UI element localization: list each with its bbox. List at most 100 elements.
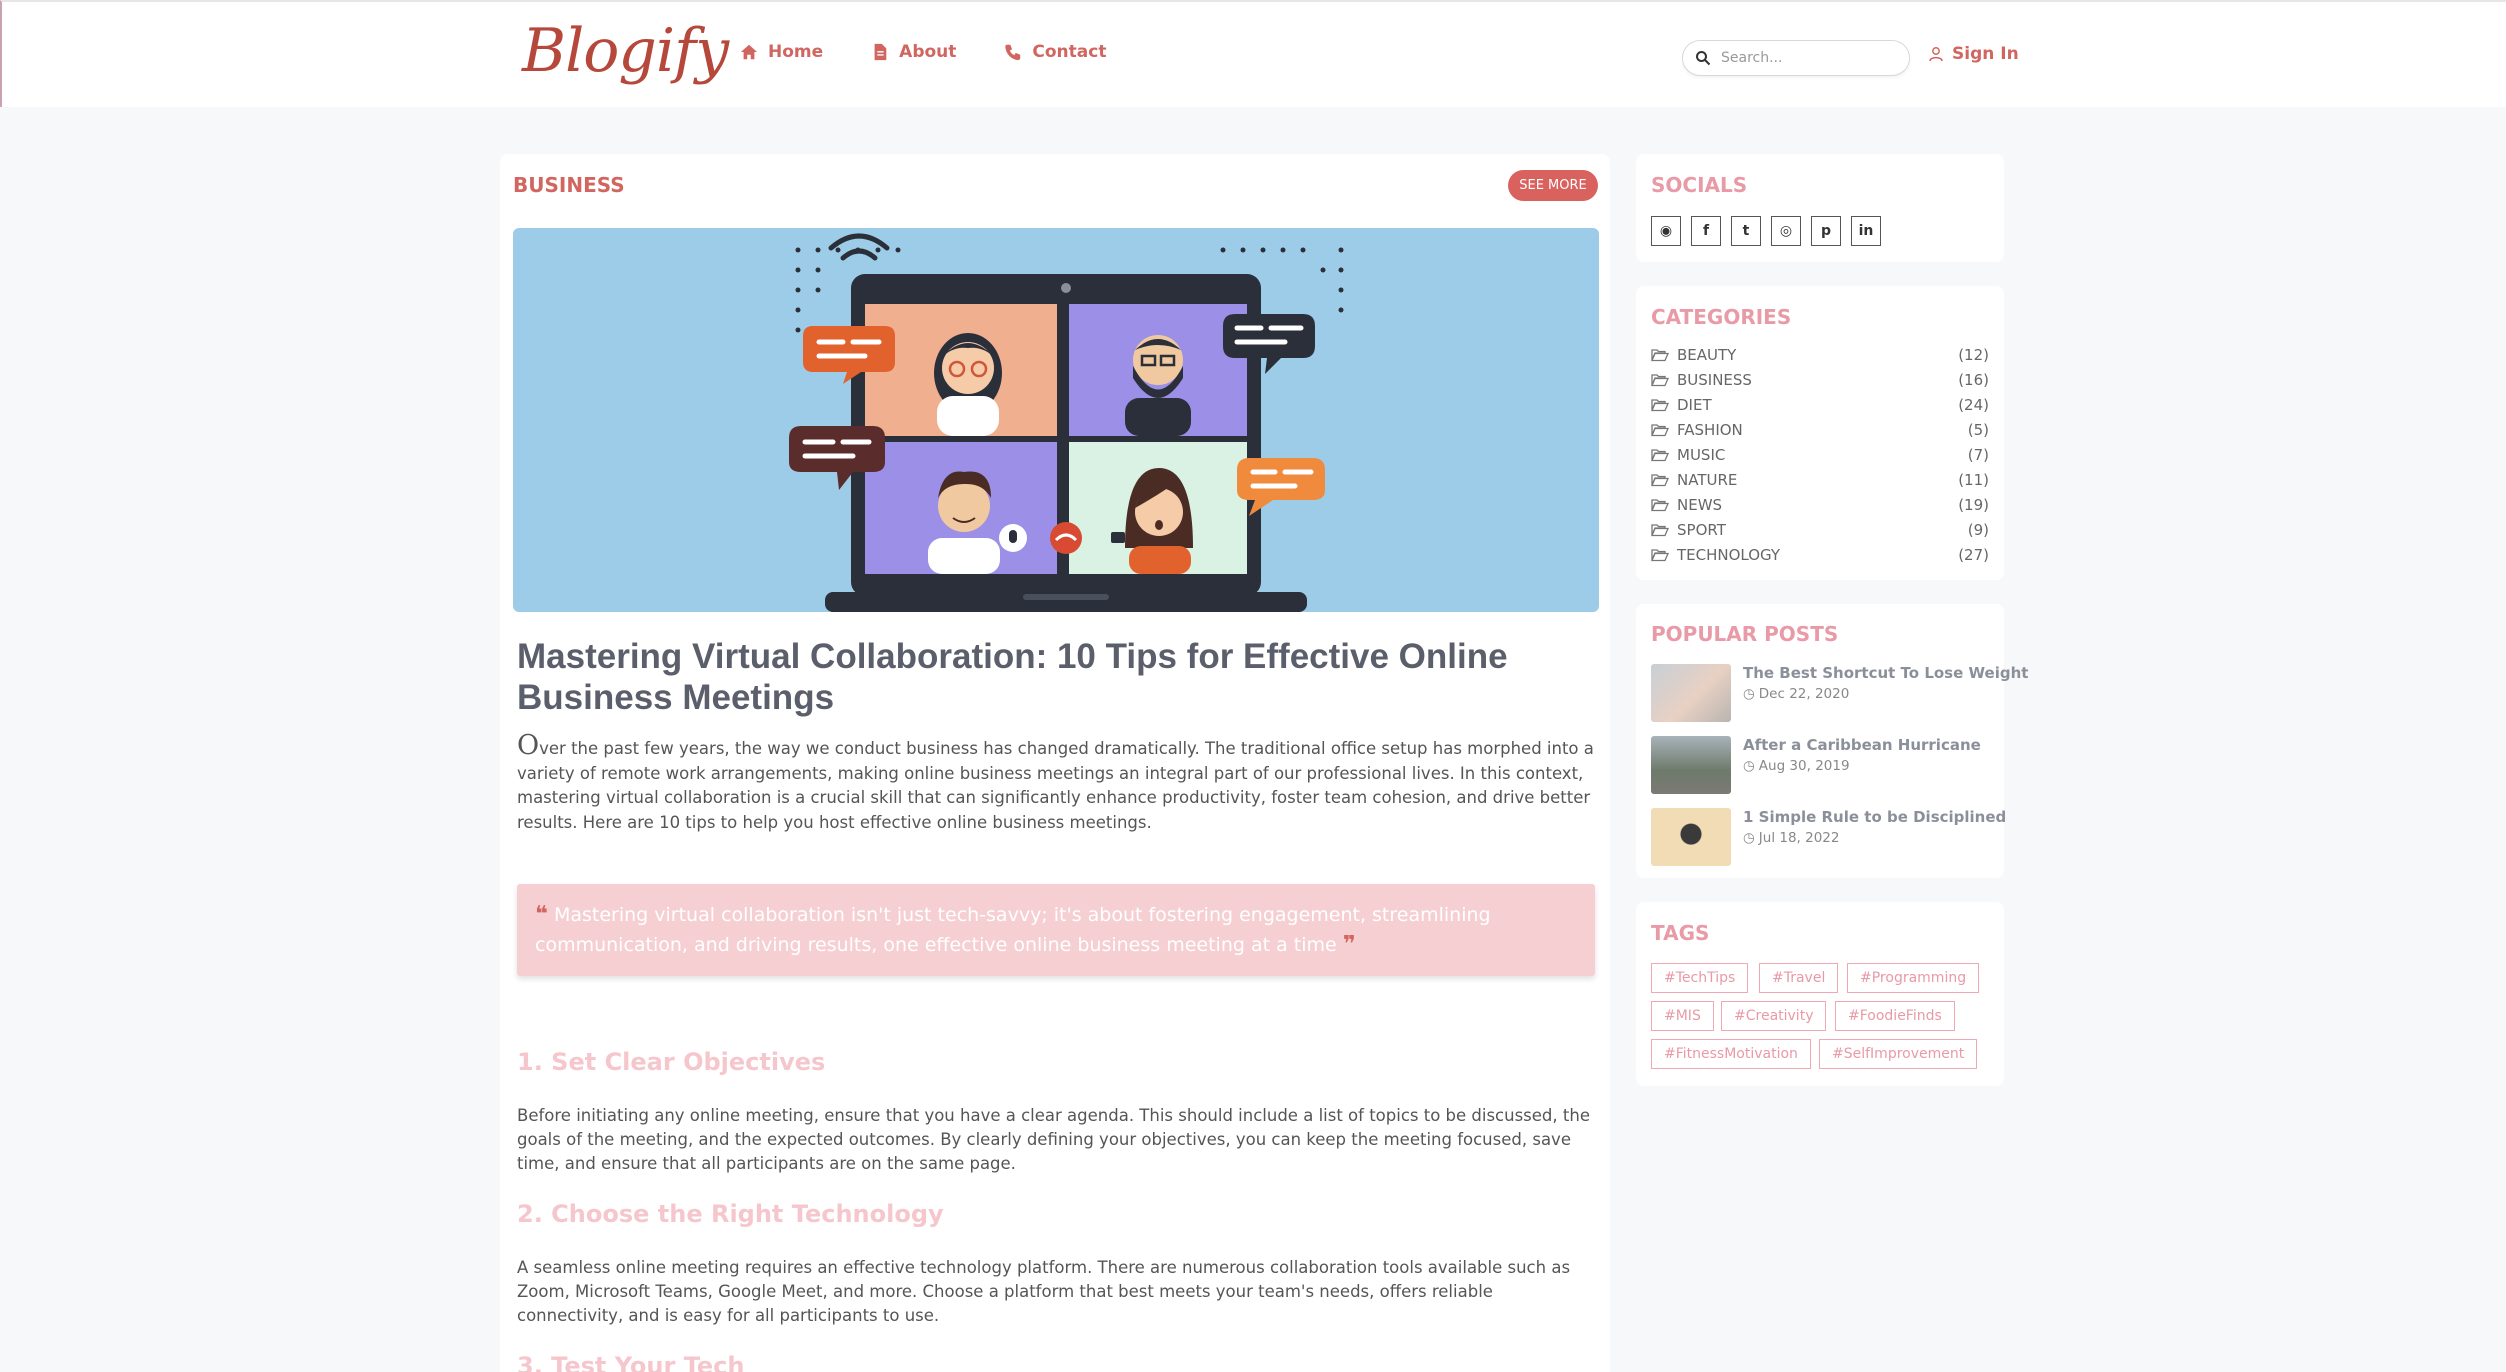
site-header: Blogify Home About Contact Sign In (0, 0, 2506, 107)
facebook-icon[interactable]: f (1691, 216, 1721, 246)
intro-text: ver the past few years, the way we condu… (517, 739, 1594, 832)
category-name: NEWS (1677, 496, 1723, 514)
post-title: Mastering Virtual Collaboration: 10 Tips… (517, 637, 1508, 717)
folder-open-icon (1651, 449, 1669, 462)
category-name: FASHION (1677, 421, 1743, 439)
post-thumbnail (1651, 664, 1731, 722)
folder-open-icon (1651, 349, 1669, 362)
tag-chip[interactable]: #Creativity (1721, 1001, 1827, 1031)
search-box (1682, 40, 1910, 76)
category-count: (16) (1958, 371, 1989, 389)
video-meeting-illustration (789, 233, 1344, 612)
clock-icon: ◷ (1743, 758, 1755, 774)
section-body: A seamless online meeting requires an ef… (517, 1258, 1571, 1325)
file-icon (874, 43, 887, 61)
popular-post-title: 1 Simple Rule to be Disciplined (1743, 808, 2007, 826)
nav-home-label: Home (768, 42, 824, 62)
category-count: (11) (1958, 471, 1989, 489)
category-item[interactable]: DIET (24) (1651, 394, 1989, 416)
category-count: (27) (1958, 546, 1989, 564)
category-count: (5) (1967, 421, 1989, 439)
tag-chip[interactable]: #Travel (1759, 963, 1839, 993)
category-count: (24) (1958, 396, 1989, 414)
nav-about[interactable]: About (871, 42, 956, 62)
site-logo[interactable]: Blogify (522, 16, 729, 86)
category-name: NATURE (1677, 471, 1738, 489)
category-count: (12) (1958, 346, 1989, 364)
search-input[interactable] (1721, 50, 1891, 66)
home-icon (740, 44, 758, 60)
section-heading: 2. Choose the Right Technology (517, 1200, 944, 1228)
folder-open-icon (1651, 474, 1669, 487)
popular-post-date: ◷ Dec 22, 2020 (1743, 686, 1850, 702)
category-count: (9) (1967, 521, 1989, 539)
quote-open-icon: ❝ (535, 902, 548, 927)
folder-open-icon (1651, 549, 1669, 562)
category-item[interactable]: BEAUTY (12) (1651, 344, 1989, 366)
category-name: MUSIC (1677, 446, 1726, 464)
category-item[interactable]: FASHION (5) (1651, 419, 1989, 441)
sign-in-link[interactable]: Sign In (1928, 44, 2019, 64)
intro-dropcap: O (517, 730, 540, 761)
nav-contact[interactable]: Contact (1004, 42, 1106, 62)
see-more-button[interactable]: SEE MORE (1508, 170, 1598, 201)
category-name: SPORT (1677, 521, 1726, 539)
tag-chip[interactable]: #FoodieFinds (1835, 1001, 1955, 1031)
category-count: (7) (1967, 446, 1989, 464)
tag-chip[interactable]: #MIS (1651, 1001, 1714, 1031)
post-intro: Over the past few years, the way we cond… (517, 732, 1597, 835)
popular-post-title: After a Caribbean Hurricane (1743, 736, 1981, 754)
popular-post-title: The Best Shortcut To Lose Weight (1743, 664, 2029, 682)
popular-post-date: ◷ Aug 30, 2019 (1743, 758, 1850, 774)
popular-post-item[interactable]: The Best Shortcut To Lose Weight ◷ Dec 22… (1651, 664, 2028, 722)
folder-open-icon (1651, 399, 1669, 412)
tag-chip[interactable]: #Programming (1847, 963, 1980, 993)
tag-chip[interactable]: #TechTips (1651, 963, 1749, 993)
folder-open-icon (1651, 524, 1669, 537)
section-body: Before initiating any online meeting, en… (517, 1106, 1590, 1173)
category-item[interactable]: NATURE (11) (1651, 469, 1989, 491)
tag-chip[interactable]: #SelfImprovement (1819, 1039, 1978, 1069)
user-icon (1929, 47, 1943, 62)
section-heading: 1. Set Clear Objectives (517, 1048, 826, 1076)
linkedin-icon[interactable]: in (1851, 216, 1881, 246)
folder-open-icon (1651, 374, 1669, 387)
post-thumbnail (1651, 808, 1731, 866)
section-heading: 3. Test Your Tech (517, 1352, 745, 1372)
socials-title: SOCIALS (1651, 173, 1748, 197)
clock-icon: ◷ (1743, 686, 1755, 702)
twitter-icon[interactable]: t (1731, 216, 1761, 246)
category-item[interactable]: MUSIC (7) (1651, 444, 1989, 466)
pinterest-icon[interactable]: p (1811, 216, 1841, 246)
github-icon[interactable]: ◉ (1651, 216, 1681, 246)
category-name: DIET (1677, 396, 1712, 414)
category-item[interactable]: SPORT (9) (1651, 519, 1989, 541)
phone-icon (1005, 44, 1021, 61)
nav-about-label: About (899, 42, 957, 62)
post-thumbnail (1651, 736, 1731, 794)
quote-close-icon: ❞ (1342, 932, 1356, 957)
category-item[interactable]: NEWS (19) (1651, 494, 1989, 516)
popular-post-item[interactable]: 1 Simple Rule to be Disciplined ◷ Jul 18,… (1651, 808, 2006, 866)
category-item[interactable]: BUSINESS (16) (1651, 369, 1989, 391)
tag-chip[interactable]: #FitnessMotivation (1651, 1039, 1811, 1069)
section-title: BUSINESS (513, 173, 625, 197)
nav-contact-label: Contact (1032, 42, 1107, 62)
clock-icon: ◷ (1743, 830, 1755, 846)
category-name: BEAUTY (1677, 346, 1737, 364)
category-item[interactable]: TECHNOLOGY (27) (1651, 544, 1989, 566)
folder-open-icon (1651, 499, 1669, 512)
search-icon (1696, 51, 1711, 66)
tags-title: TAGS (1651, 921, 1710, 945)
folder-open-icon (1651, 424, 1669, 437)
hero-image (513, 228, 1599, 612)
blockquote: ❝ Mastering virtual collaboration isn't … (517, 884, 1595, 976)
popular-post-date: ◷ Jul 18, 2022 (1743, 830, 1840, 846)
instagram-icon[interactable]: ◎ (1771, 216, 1801, 246)
sign-in-label: Sign In (1952, 44, 2019, 64)
nav-home[interactable]: Home (740, 42, 823, 62)
category-count: (19) (1958, 496, 1989, 514)
category-name: BUSINESS (1677, 371, 1752, 389)
popular-post-item[interactable]: After a Caribbean Hurricane ◷ Aug 30, 201… (1651, 736, 1991, 794)
categories-title: CATEGORIES (1651, 305, 1792, 329)
